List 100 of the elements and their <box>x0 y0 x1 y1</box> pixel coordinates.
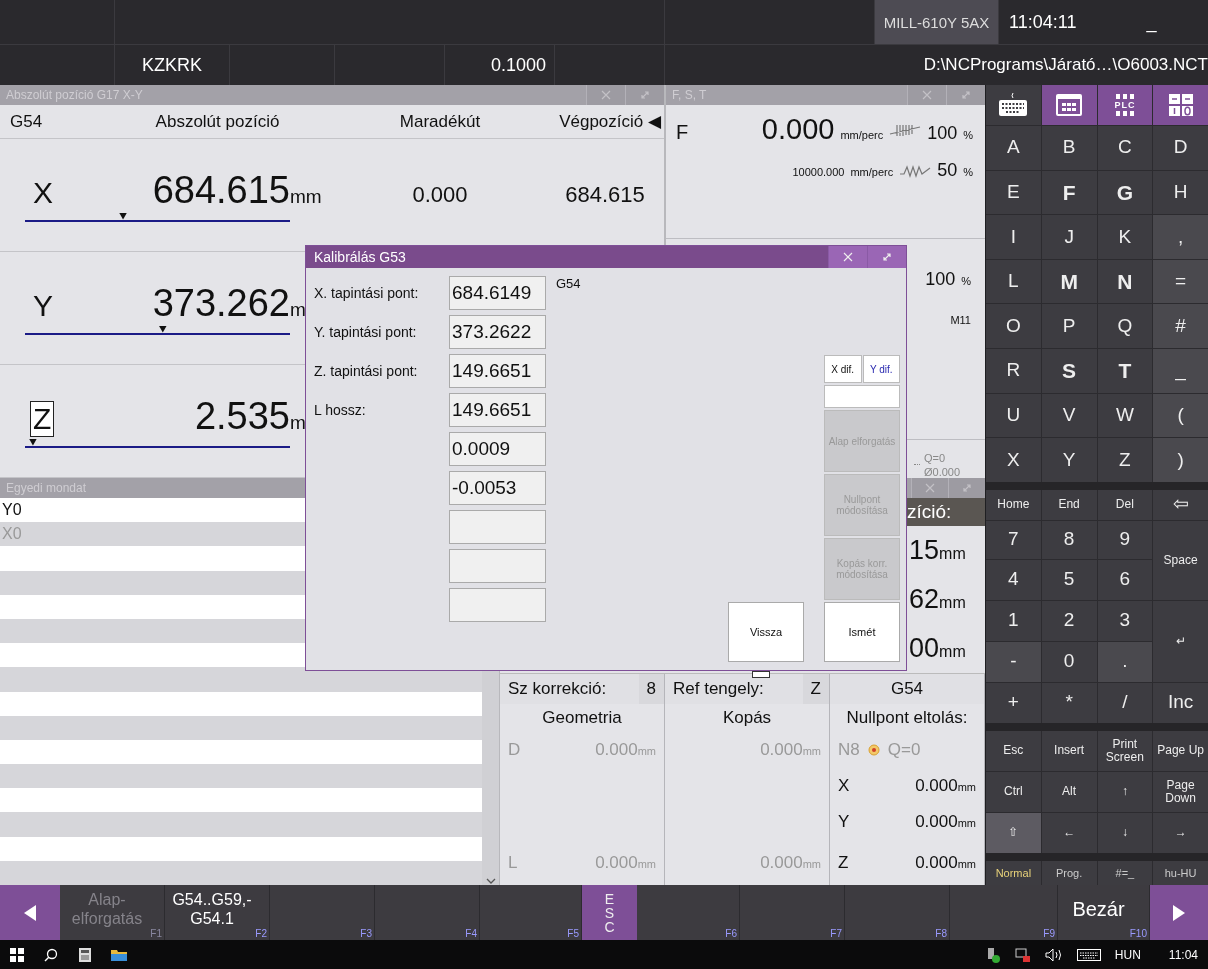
key[interactable]: ( <box>1153 393 1208 438</box>
key[interactable]: P <box>1041 304 1097 348</box>
search-icon[interactable] <box>44 947 58 962</box>
key[interactable]: ← <box>1041 812 1097 853</box>
value-field[interactable] <box>449 549 546 583</box>
mode-key[interactable]: hu-HU <box>1153 860 1208 885</box>
key[interactable]: J <box>1041 215 1097 259</box>
escape-button[interactable]: ESC <box>582 885 637 940</box>
key[interactable]: Page Down <box>1153 771 1208 812</box>
key[interactable]: ⇦ <box>1153 489 1208 520</box>
key[interactable]: ↵ <box>1153 600 1208 682</box>
back-button[interactable]: Vissza <box>728 602 804 662</box>
key[interactable]: W <box>1097 393 1153 438</box>
minimize-button[interactable]: _ <box>1146 11 1157 33</box>
keyboard-tab[interactable] <box>986 85 1041 125</box>
key[interactable]: Z <box>1097 438 1153 482</box>
value-field[interactable]: 684.6149 <box>449 276 546 310</box>
key[interactable]: 8 <box>1041 520 1097 559</box>
key[interactable]: D <box>1153 126 1208 170</box>
toggle-button[interactable]: Y dif. <box>862 355 900 383</box>
key[interactable]: U <box>986 393 1041 438</box>
key[interactable]: → <box>1153 812 1208 853</box>
key[interactable]: E <box>986 170 1041 215</box>
mode-key[interactable]: Prog. <box>1041 860 1097 885</box>
key[interactable]: 3 <box>1097 600 1153 641</box>
key[interactable]: ↓ <box>1097 812 1153 853</box>
key[interactable]: + <box>986 682 1041 723</box>
key[interactable]: _ <box>1153 348 1208 393</box>
key[interactable]: 9 <box>1097 520 1153 559</box>
next-button[interactable] <box>1150 885 1208 940</box>
key[interactable]: X <box>986 438 1041 482</box>
value-field[interactable]: 373.2622 <box>449 315 546 349</box>
calculator-icon[interactable] <box>78 946 92 963</box>
value-field[interactable]: 0.0009 <box>449 432 546 466</box>
key[interactable]: Home <box>986 489 1041 520</box>
key[interactable]: * <box>1041 682 1097 723</box>
key[interactable]: Space <box>1153 520 1208 600</box>
repeat-button[interactable]: Ismét <box>824 602 900 662</box>
key[interactable]: . <box>1097 641 1153 682</box>
key[interactable]: = <box>1153 259 1208 304</box>
windows-icon[interactable] <box>10 947 24 962</box>
key[interactable]: Ctrl <box>986 771 1041 812</box>
value-field[interactable] <box>449 510 546 544</box>
mode-key[interactable]: Normal <box>986 860 1041 885</box>
keyboard-tab[interactable]: PLC <box>1097 85 1153 125</box>
keyboard-tab[interactable] <box>1041 85 1097 125</box>
scroll-down-icon[interactable] <box>485 877 496 885</box>
toggle-button[interactable]: X dif. <box>824 355 862 383</box>
key[interactable]: Y <box>1041 438 1097 482</box>
key[interactable]: - <box>986 641 1041 682</box>
folder-icon[interactable] <box>111 947 127 962</box>
key[interactable]: G <box>1097 170 1153 215</box>
key[interactable]: 1 <box>986 600 1041 641</box>
axis-label[interactable]: X <box>30 174 56 211</box>
key[interactable]: M <box>1041 259 1097 304</box>
language-indicator[interactable]: HUN <box>1114 947 1141 962</box>
taskbar-clock[interactable]: 11:04 <box>1168 947 1198 962</box>
previous-button[interactable] <box>0 885 60 940</box>
key[interactable]: End <box>1041 489 1097 520</box>
speaker-icon[interactable] <box>1044 947 1063 962</box>
key[interactable]: Del <box>1097 489 1153 520</box>
key[interactable]: K <box>1097 215 1153 259</box>
input-field[interactable] <box>824 385 900 408</box>
key[interactable]: N <box>1097 259 1153 304</box>
key[interactable]: A <box>986 126 1041 170</box>
key[interactable]: # <box>1153 304 1208 348</box>
key[interactable]: O <box>986 304 1041 348</box>
key[interactable]: , <box>1153 215 1208 259</box>
key[interactable]: / <box>1097 682 1153 723</box>
key[interactable]: 6 <box>1097 559 1153 600</box>
key[interactable]: Q <box>1097 304 1153 348</box>
key[interactable]: 4 <box>986 559 1041 600</box>
key[interactable]: T <box>1097 348 1153 393</box>
key[interactable]: B <box>1041 126 1097 170</box>
key[interactable]: I <box>986 215 1041 259</box>
key[interactable]: ) <box>1153 438 1208 482</box>
key[interactable]: Print Screen <box>1097 730 1153 771</box>
key[interactable]: Alt <box>1041 771 1097 812</box>
mode-key[interactable]: #=_ <box>1097 860 1153 885</box>
key[interactable]: ↑ <box>1097 771 1153 812</box>
key[interactable]: 5 <box>1041 559 1097 600</box>
value-field[interactable] <box>449 588 546 622</box>
key[interactable]: 0 <box>1041 641 1097 682</box>
axis-label[interactable]: Z <box>30 400 55 437</box>
key[interactable]: V <box>1041 393 1097 438</box>
value-field[interactable]: -0.0053 <box>449 471 546 505</box>
key[interactable]: ⇧ <box>986 812 1041 853</box>
key[interactable]: 7 <box>986 520 1041 559</box>
key[interactable]: Inc <box>1153 682 1208 723</box>
keyboard-icon[interactable] <box>1076 948 1101 961</box>
keyboard-tab[interactable] <box>1153 85 1208 125</box>
key[interactable]: L <box>986 259 1041 304</box>
key[interactable]: F <box>1041 170 1097 215</box>
key[interactable]: 2 <box>1041 600 1097 641</box>
key[interactable]: R <box>986 348 1041 393</box>
key[interactable]: Page Up <box>1153 730 1208 771</box>
key[interactable]: C <box>1097 126 1153 170</box>
handle-icon[interactable] <box>752 671 770 678</box>
axis-label[interactable]: Y <box>30 287 56 324</box>
key[interactable]: Esc <box>986 730 1041 771</box>
